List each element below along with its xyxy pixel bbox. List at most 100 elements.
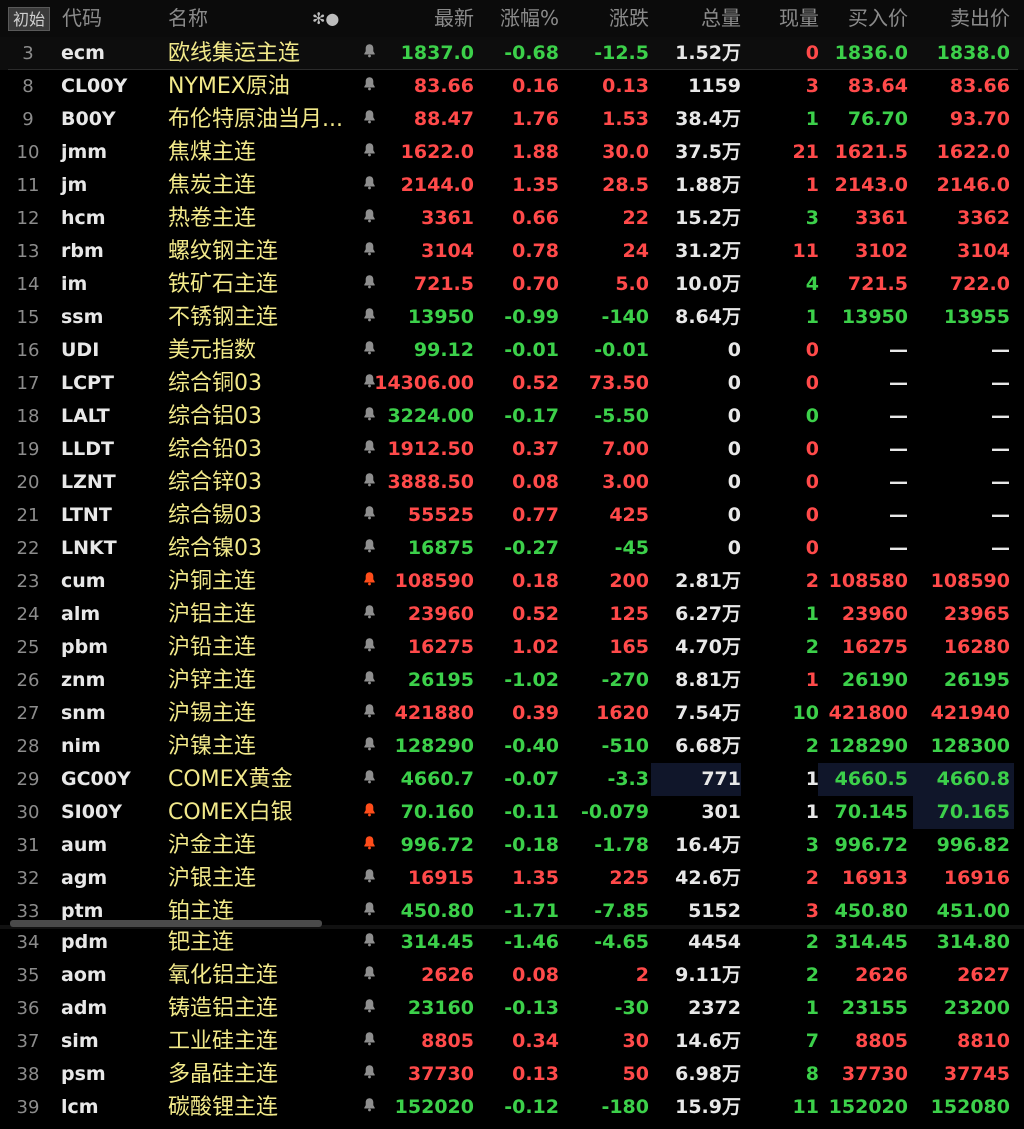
bell-icon[interactable] (357, 268, 381, 301)
last-price: 1912.50 (387, 438, 474, 460)
bell-icon[interactable] (357, 37, 381, 70)
change-percent: -1.02 (504, 669, 559, 691)
bell-icon[interactable] (357, 664, 381, 697)
bell-icon[interactable] (357, 1025, 381, 1058)
table-row[interactable]: 34 pdm 钯主连 314.45 -1.46 -4.65 4454 2 314.45 314.8… (0, 926, 1024, 959)
change-percent: 1.02 (512, 636, 559, 658)
bell-icon[interactable] (357, 466, 381, 499)
bell-alert-icon[interactable] (357, 796, 381, 829)
header-vol[interactable]: 总量 (661, 0, 741, 37)
header-pct[interactable]: 涨幅% (469, 0, 559, 37)
row-number: 15 (16, 307, 40, 328)
table-row[interactable]: 35 aom 氧化铝主连 2626 0.08 2 9.11万 2 2626 2627 (0, 959, 1024, 992)
table-row[interactable]: 12 hcm 热卷主连 3361 0.66 22 15.2万 3 3361 3362 (0, 202, 1024, 235)
table-row[interactable]: 15 ssm 不锈钢主连 13950 -0.99 -140 8.64万 1 13950 13955 (0, 301, 1024, 334)
change-amount: 0.13 (602, 75, 649, 97)
table-row[interactable]: 37 sim 工业硅主连 8805 0.34 30 14.6万 7 8805 8810 (0, 1025, 1024, 1058)
bell-icon[interactable] (357, 598, 381, 631)
bell-icon[interactable] (357, 235, 381, 268)
change-amount: 125 (609, 603, 649, 625)
instrument-code: ecm (61, 42, 105, 64)
bell-icon[interactable] (357, 895, 381, 928)
table-row[interactable]: 3 ecm 欧线集运主连 1837.0 -0.68 -12.5 1.52万 0 1836.0 18… (0, 37, 1024, 70)
table-row[interactable]: 23 cum 沪铜主连 108590 0.18 200 2.81万 2 108580 108590 (0, 565, 1024, 598)
table-row[interactable]: 18 LALT 综合铝03 3224.00 -0.17 -5.50 0 0 — — (0, 400, 1024, 433)
header-bid[interactable]: 买入价 (818, 0, 908, 37)
bell-icon[interactable] (357, 400, 381, 433)
table-row[interactable]: 31 aum 沪金主连 996.72 -0.18 -1.78 16.4万 3 996.72 996… (0, 829, 1024, 862)
table-row[interactable]: 17 LCPT 综合铜03 14306.00 0.52 73.50 0 0 — — (0, 367, 1024, 400)
table-row[interactable]: 21 LTNT 综合锡03 55525 0.77 425 0 0 — — (0, 499, 1024, 532)
bell-icon[interactable] (357, 1058, 381, 1091)
bell-alert-icon[interactable] (357, 565, 381, 598)
table-row[interactable]: 39 lcm 碳酸锂主连 152020 -0.12 -180 15.9万 11 152020 15… (0, 1091, 1024, 1124)
header-last[interactable]: 最新 (394, 0, 474, 37)
table-row[interactable]: 16 UDI 美元指数 99.12 -0.01 -0.01 0 0 — — (0, 334, 1024, 367)
bell-icon[interactable] (357, 1091, 381, 1124)
change-percent: -0.18 (504, 834, 559, 856)
table-row[interactable]: 8 CL00Y NYMEX原油 83.66 0.16 0.13 1159 3 83.64 83.6… (0, 70, 1024, 103)
table-row[interactable]: 32 agm 沪银主连 16915 1.35 225 42.6万 2 16913 16916 (0, 862, 1024, 895)
header-ask[interactable]: 卖出价 (920, 0, 1010, 37)
instrument-name: 沪金主连 (168, 833, 257, 858)
header-code[interactable]: 代码 (62, 0, 102, 37)
header-name[interactable]: 名称 (168, 0, 208, 37)
table-row[interactable]: 22 LNKT 综合镍03 16875 -0.27 -45 0 0 — — (0, 532, 1024, 565)
table-row[interactable]: 25 pbm 沪铅主连 16275 1.02 165 4.70万 2 16275 16280 (0, 631, 1024, 664)
table-row[interactable]: 27 snm 沪锡主连 421880 0.39 1620 7.54万 10 421800 4219… (0, 697, 1024, 730)
column-settings-icon[interactable]: ✻● (312, 0, 339, 37)
bell-icon[interactable] (357, 301, 381, 334)
table-row[interactable]: 10 jmm 焦煤主连 1622.0 1.88 30.0 37.5万 21 1621.5 1622… (0, 136, 1024, 169)
bell-icon[interactable] (357, 70, 381, 103)
table-row[interactable]: 38 psm 多晶硅主连 37730 0.13 50 6.98万 8 37730 37745 (0, 1058, 1024, 1091)
table-row[interactable]: 13 rbm 螺纹钢主连 3104 0.78 24 31.2万 11 3102 3104 (0, 235, 1024, 268)
bell-icon[interactable] (357, 631, 381, 664)
bell-icon[interactable] (357, 862, 381, 895)
change-percent: 0.77 (512, 504, 559, 526)
bell-icon[interactable] (357, 532, 381, 565)
table-row[interactable]: 11 jm 焦炭主连 2144.0 1.35 28.5 1.88万 1 2143.0 2146.0 (0, 169, 1024, 202)
bid-price: — (889, 537, 908, 559)
bell-icon[interactable] (357, 730, 381, 763)
table-row[interactable]: 14 im 铁矿石主连 721.5 0.70 5.0 10.0万 4 721.5 722.0 (0, 268, 1024, 301)
bell-icon[interactable] (357, 169, 381, 202)
change-amount: 30 (622, 1030, 649, 1052)
bell-icon[interactable] (357, 136, 381, 169)
last-price: 1622.0 (400, 141, 474, 163)
table-row[interactable]: 36 adm 铸造铝主连 23160 -0.13 -30 2372 1 23155 23200 (0, 992, 1024, 1025)
bell-icon[interactable] (357, 367, 381, 400)
table-row[interactable]: 30 SI00Y COMEX白银 70.160 -0.11 -0.079 301 1 70.14… (0, 796, 1024, 829)
table-row[interactable]: 29 GC00Y COMEX黄金 4660.7 -0.07 -3.3 771 1 4660.5 4… (0, 763, 1024, 796)
header-cur[interactable]: 现量 (749, 0, 819, 37)
table-row[interactable]: 24 alm 沪铝主连 23960 0.52 125 6.27万 1 23960 23965 (0, 598, 1024, 631)
bell-alert-icon[interactable] (357, 829, 381, 862)
bell-icon[interactable] (357, 959, 381, 992)
change-percent: 0.08 (512, 471, 559, 493)
table-row[interactable]: 9 B00Y 布伦特原油当月... 88.47 1.76 1.53 38.4万 1 76.70 9… (0, 103, 1024, 136)
instrument-code: LNKT (61, 537, 117, 559)
bell-icon[interactable] (357, 499, 381, 532)
last-price: 88.47 (413, 108, 474, 130)
bell-icon[interactable] (357, 433, 381, 466)
table-row[interactable]: 19 LLDT 综合铅03 1912.50 0.37 7.00 0 0 — — (0, 433, 1024, 466)
table-row[interactable]: 20 LZNT 综合锌03 3888.50 0.08 3.00 0 0 — — (0, 466, 1024, 499)
instrument-name: 氧化铝主连 (168, 963, 279, 988)
change-percent: 1.35 (512, 867, 559, 889)
header-chg[interactable]: 涨跌 (569, 0, 649, 37)
instrument-code: pdm (61, 931, 108, 953)
change-amount: 200 (609, 570, 649, 592)
reset-button[interactable]: 初始 (8, 7, 50, 31)
bell-icon[interactable] (357, 103, 381, 136)
row-number: 19 (16, 439, 40, 460)
bell-icon[interactable] (357, 334, 381, 367)
table-row[interactable]: 28 nim 沪镍主连 128290 -0.40 -510 6.68万 2 128290 1283… (0, 730, 1024, 763)
bell-icon[interactable] (357, 926, 381, 959)
instrument-name: 沪锡主连 (168, 701, 257, 726)
bell-icon[interactable] (357, 202, 381, 235)
bell-icon[interactable] (357, 992, 381, 1025)
current-volume: 2 (805, 931, 819, 953)
bell-icon[interactable] (357, 697, 381, 730)
table-row[interactable]: 26 znm 沪锌主连 26195 -1.02 -270 8.81万 1 26190 26195 (0, 664, 1024, 697)
bell-icon[interactable] (357, 763, 381, 796)
horizontal-scrollbar[interactable] (10, 920, 322, 927)
